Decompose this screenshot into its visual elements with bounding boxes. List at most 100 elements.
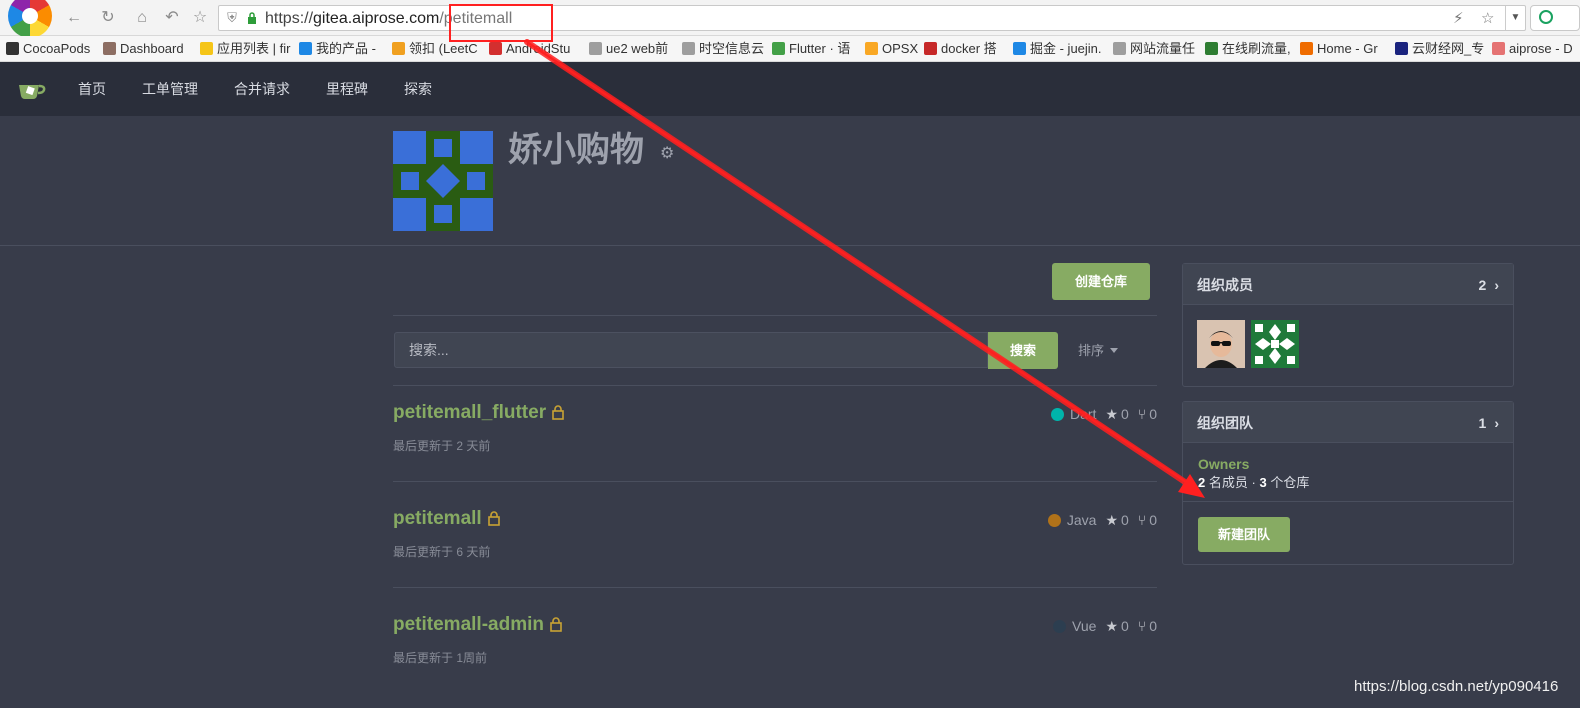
repo-updated: 最后更新于 6 天前 — [393, 545, 491, 559]
bookmark-label: Dashboard — [120, 41, 184, 56]
fork-count: 0 — [1149, 618, 1157, 634]
bookmark-star-icon[interactable]: ☆ — [1481, 10, 1494, 28]
bookmark-item[interactable]: Flutter · 语 — [772, 40, 850, 58]
nav-home[interactable]: 首页 — [78, 79, 106, 99]
bookmark-item[interactable]: 应用列表 | fir — [200, 40, 290, 58]
create-repo-button[interactable]: 创建仓库 — [1052, 263, 1150, 300]
bookmark-item[interactable]: AndroidStu — [489, 40, 570, 58]
gitea-logo-icon[interactable] — [17, 80, 47, 100]
avatar[interactable] — [1251, 320, 1299, 368]
team-members-count: 2 — [1198, 475, 1206, 490]
members-panel-header[interactable]: 组织成员 2 › — [1183, 264, 1513, 305]
bookmark-item[interactable]: CocoaPods — [6, 40, 90, 58]
bookmark-label: 在线刷流量, — [1222, 41, 1291, 56]
bookmark-item[interactable]: 在线刷流量, — [1205, 40, 1291, 58]
browser-logo-icon — [8, 0, 52, 38]
repo-name: petitemall — [393, 508, 482, 529]
repo-name: petitemall_flutter — [393, 402, 547, 423]
bookmark-favicon-icon — [924, 42, 937, 55]
teams-panel: 组织团队 1 › Owners 2 名成员 · 3 个仓库 新建团队 — [1182, 401, 1514, 565]
browser-toolbar: ← ↻ ⌂ ↶ ☆ ⛨ https://gitea.aiprose.com/pe… — [0, 0, 1580, 38]
home-icon[interactable]: ⌂ — [132, 8, 152, 28]
bookmark-item[interactable]: docker 搭 — [924, 40, 997, 58]
nav-pull-requests[interactable]: 合并请求 — [234, 79, 290, 99]
star-icon: ★ — [1105, 618, 1118, 634]
bookmark-label: aiprose - D — [1509, 41, 1573, 56]
bookmark-label: ue2 web前 — [606, 41, 669, 56]
org-header: 娇小购物 ⚙ — [0, 116, 1580, 246]
lightning-icon[interactable]: ⚡ — [1453, 10, 1464, 28]
repo-language: Dart — [1069, 406, 1097, 422]
new-team-button[interactable]: 新建团队 — [1198, 517, 1290, 552]
repo-item: petitemall_flutter 最后更新于 2 天前 Dart ★ 0 ⑂ 0 — [393, 385, 1157, 491]
bookmark-item[interactable]: OPSX — [865, 40, 918, 58]
nav-explore[interactable]: 探索 — [404, 79, 432, 99]
bookmark-item[interactable]: 领扣 (LeetC — [392, 40, 478, 58]
repo-updated: 最后更新于 2 天前 — [393, 439, 491, 453]
search-input[interactable]: 搜索... — [394, 332, 988, 368]
repo-item: petitemall-admin 最后更新于 1周前 Vue ★ 0 ⑂ 0 — [393, 597, 1157, 703]
team-link[interactable]: Owners — [1198, 455, 1249, 473]
bookmark-favicon-icon — [200, 42, 213, 55]
bookmark-favicon-icon — [1113, 42, 1126, 55]
repo-meta: Vue ★ 0 ⑂ 0 — [1053, 617, 1157, 635]
bookmark-favicon-icon — [589, 42, 602, 55]
chevron-down-icon[interactable]: ▼ — [1505, 6, 1525, 30]
bookmark-item[interactable]: 时空信息云 — [682, 40, 764, 58]
browser-search-box[interactable] — [1530, 5, 1580, 31]
star-icon: ★ — [1105, 406, 1118, 422]
teams-panel-header[interactable]: 组织团队 1 › — [1183, 402, 1513, 443]
bookmark-favicon-icon — [772, 42, 785, 55]
team-members-label: 名成员 — [1208, 475, 1248, 490]
bookmark-item[interactable]: Dashboard — [103, 40, 184, 58]
bookmark-item[interactable]: aiprose - D — [1492, 40, 1573, 58]
search-button[interactable]: 搜索 — [988, 332, 1058, 369]
bookmark-label: 应用列表 | fir — [217, 41, 291, 56]
bookmark-label: CocoaPods — [23, 41, 91, 56]
repo-link[interactable]: petitemall-admin — [393, 613, 562, 637]
language-dot-icon — [1050, 408, 1064, 421]
bookmark-favicon-icon — [299, 42, 312, 55]
bookmark-favicon-icon — [865, 42, 878, 55]
gear-icon[interactable]: ⚙ — [660, 146, 674, 162]
bookmark-label: Home - Gr — [1317, 41, 1378, 56]
star-count: 0 — [1121, 406, 1129, 422]
gitea-navbar: 首页 工单管理 合并请求 里程碑 探索 — [0, 62, 1580, 116]
repo-meta: Java ★ 0 ⑂ 0 — [1047, 511, 1157, 529]
bookmark-label: 云财经网_专 — [1412, 41, 1485, 56]
divider — [393, 481, 1157, 482]
undo-icon[interactable]: ↶ — [162, 8, 182, 28]
language-dot-icon — [1053, 620, 1067, 633]
back-icon[interactable]: ← — [64, 8, 84, 28]
org-name: 娇小购物 — [508, 131, 644, 169]
repo-updated: 最后更新于 1周前 — [393, 651, 488, 665]
nav-issues[interactable]: 工单管理 — [142, 79, 198, 99]
bookmark-favicon-icon — [1205, 42, 1218, 55]
bookmark-item[interactable]: 掘金 - juejin. — [1013, 40, 1102, 58]
bookmark-favicon-icon — [1300, 42, 1313, 55]
teams-count-value: 1 — [1478, 415, 1487, 431]
caret-down-icon — [1110, 348, 1119, 353]
repo-link[interactable]: petitemall_flutter — [393, 401, 564, 425]
bookmark-item[interactable]: Home - Gr — [1300, 40, 1378, 58]
reload-icon[interactable]: ↻ — [98, 8, 118, 28]
bookmark-favicon-icon — [1395, 42, 1408, 55]
star-count: 0 — [1121, 512, 1129, 528]
bookmark-item[interactable]: 网站流量任 — [1113, 40, 1195, 58]
favorite-star-icon[interactable]: ☆ — [190, 8, 210, 28]
address-bar[interactable]: ⛨ https://gitea.aiprose.com/petitemall ⚡… — [218, 5, 1526, 31]
bookmark-item[interactable]: 我的产品 - — [299, 40, 376, 58]
fork-icon: ⑂ — [1137, 512, 1147, 528]
star-icon: ★ — [1105, 512, 1118, 528]
bookmark-label: 我的产品 - — [316, 41, 376, 56]
sort-dropdown[interactable]: 排序 — [1078, 342, 1119, 360]
chevron-right-icon: › — [1494, 277, 1499, 293]
nav-milestones[interactable]: 里程碑 — [326, 79, 368, 99]
bookmark-item[interactable]: 云财经网_专 — [1395, 40, 1484, 58]
repo-link[interactable]: petitemall — [393, 507, 500, 531]
bookmark-label: 时空信息云 — [699, 41, 765, 56]
search-icon — [1539, 10, 1553, 24]
avatar[interactable] — [1197, 320, 1245, 368]
bookmark-label: OPSX — [882, 41, 919, 56]
bookmark-item[interactable]: ue2 web前 — [589, 40, 668, 58]
